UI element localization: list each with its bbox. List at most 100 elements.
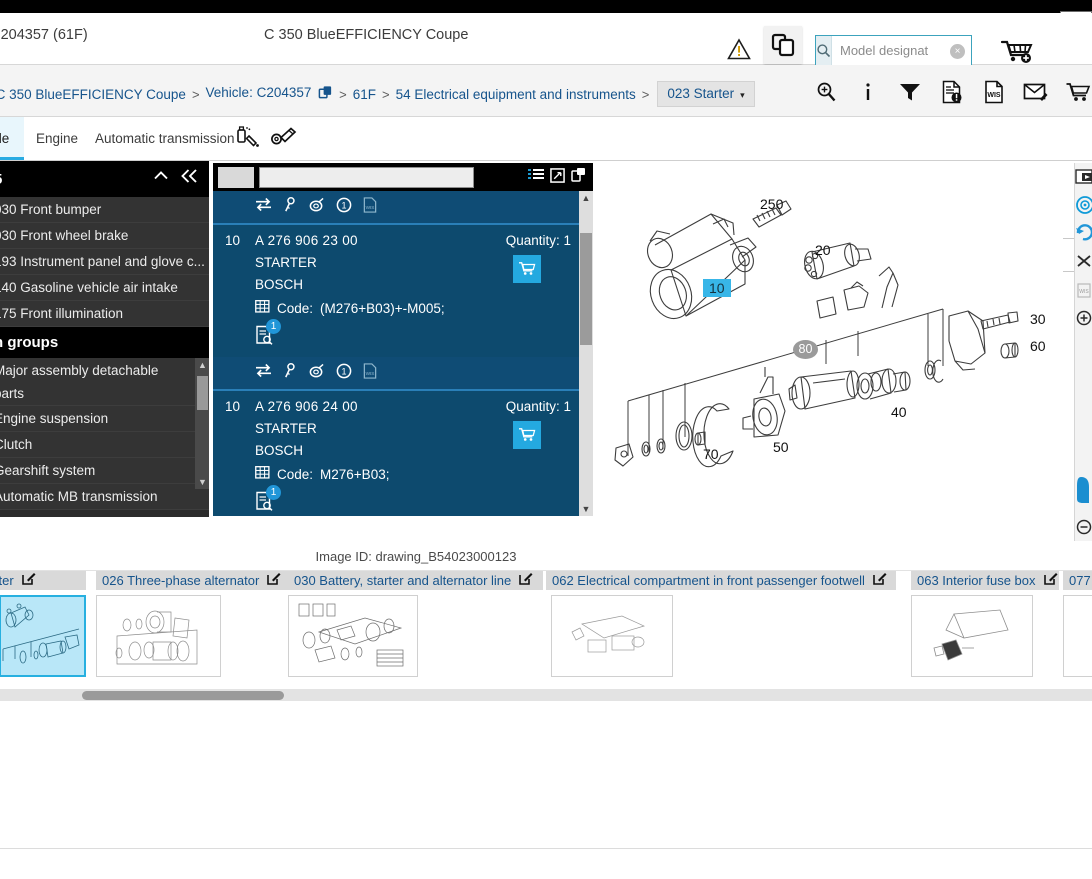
callout-20[interactable]: 20 [815, 242, 831, 258]
breadcrumb-item-vehicle[interactable]: Vehicle: C204357 [200, 85, 340, 103]
table-grid-icon[interactable] [255, 299, 270, 317]
parts-scrollbar[interactable]: ▲ ▼ [579, 191, 593, 516]
target-icon[interactable] [308, 197, 325, 218]
mail-edit-icon[interactable] [1022, 78, 1050, 106]
tab-automatic-transmission[interactable]: Automatic transmission [83, 117, 247, 160]
callout-50[interactable]: 50 [773, 439, 789, 455]
edit-square-icon[interactable] [22, 571, 36, 590]
callout-30[interactable]: 30 [1030, 311, 1046, 327]
paint-spray-icon[interactable] [236, 125, 264, 156]
zoom-minus-icon[interactable] [1075, 517, 1092, 539]
add-part-to-cart-button[interactable] [513, 421, 541, 449]
thumbnail-interior-fuse-box[interactable] [911, 595, 1033, 677]
sidebar-item-engine-suspension[interactable]: Engine suspension [0, 406, 209, 432]
hide-cross-icon[interactable] [1075, 251, 1092, 273]
double-chevron-left-icon[interactable] [179, 166, 201, 191]
breadcrumb-group-dropdown[interactable]: 023 Starter▾ [657, 81, 754, 107]
add-part-to-cart-button[interactable] [513, 255, 541, 283]
breadcrumb-item-61f[interactable]: 61F [347, 87, 382, 102]
parts-scroll-thumb[interactable] [580, 233, 592, 345]
scroll-up-arrow-icon[interactable]: ▲ [580, 193, 592, 203]
scroll-down-arrow-icon[interactable]: ▼ [580, 504, 592, 514]
filter-icon[interactable] [896, 78, 924, 106]
expand-window-icon[interactable] [1075, 167, 1092, 189]
breadcrumb-item-model[interactable]: C 350 BlueEFFICIENCY Coupe [0, 87, 192, 102]
callout-40[interactable]: 40 [891, 404, 907, 420]
thumbnail-label-electrical-compartment[interactable]: 062 Electrical compartment in front pass… [546, 571, 896, 590]
numbered-circle-icon[interactable]: 1 [336, 197, 352, 218]
edit-square-icon[interactable] [873, 571, 887, 590]
swap-icon[interactable] [255, 197, 272, 217]
swap-icon[interactable] [255, 363, 272, 383]
sidebar-item-front-illumination[interactable]: 175 Front illumination [0, 301, 209, 327]
thumbnail-label-battery-line[interactable]: 030 Battery, starter and alternator line [288, 571, 543, 590]
sidebar-item-clutch[interactable]: Clutch [0, 432, 209, 458]
sidebar-item-air-intake[interactable]: 140 Gasoline vehicle air intake [0, 275, 209, 301]
callout-70[interactable]: 70 [703, 446, 719, 462]
sidebar-item-instrument-panel[interactable]: 193 Instrument panel and glove c... [0, 249, 209, 275]
callout-80[interactable]: 80 [793, 340, 818, 359]
parts-search-field[interactable] [259, 167, 474, 188]
sidebar-item-front-wheel-brake[interactable]: 030 Front wheel brake [0, 223, 209, 249]
sidebar-item-major-assembly[interactable]: Major assembly detachable parts [0, 358, 209, 406]
part-drawing-viewer[interactable]: 250 10 20 80 30 60 40 50 70 [593, 161, 1063, 541]
key-icon[interactable] [283, 363, 297, 384]
callout-250[interactable]: 250 [760, 196, 783, 212]
cart-icon[interactable] [1064, 78, 1092, 106]
edit-square-icon[interactable] [519, 571, 533, 590]
thumbnail-scroll-thumb[interactable] [82, 691, 284, 700]
key-icon[interactable] [283, 197, 297, 218]
table-row[interactable]: 10 A 276 906 24 00 STARTER BOSCH [213, 391, 593, 516]
thumbnail-label-interior-fuse-box[interactable]: 063 Interior fuse box [911, 571, 1059, 590]
sidebar-scroll-thumb[interactable] [197, 376, 208, 410]
edit-square-icon[interactable] [267, 571, 281, 590]
wis-small-icon[interactable]: WIS [1075, 281, 1092, 303]
thumbnail-battery-starter-line[interactable] [288, 595, 418, 677]
wis-document-icon[interactable]: WIS [980, 78, 1008, 106]
thumbnail-label-starter[interactable]: arter [0, 571, 86, 590]
numbered-circle-icon[interactable]: 1 [336, 363, 352, 384]
thumbnail-starter[interactable] [0, 595, 86, 677]
table-grid-icon[interactable] [255, 465, 270, 483]
document-alert-icon[interactable] [938, 78, 966, 106]
thumbnail-077[interactable] [1063, 595, 1092, 677]
target-circle-icon[interactable] [1075, 195, 1092, 217]
part-document-badge[interactable]: 1 [255, 491, 279, 513]
thumbnail-horizontal-scrollbar[interactable] [0, 689, 1092, 701]
zoom-in-icon[interactable] [812, 78, 840, 106]
add-to-cart-button[interactable] [999, 38, 1035, 64]
pointer-icon[interactable] [1075, 475, 1092, 505]
sidebar-scrollbar[interactable]: ▲ ▼ [195, 358, 209, 489]
undo-rotate-icon[interactable] [1075, 223, 1092, 245]
table-row[interactable]: 10 A 276 906 23 00 STARTER BOSCH [213, 225, 593, 357]
scroll-down-arrow-icon[interactable]: ▼ [197, 477, 208, 487]
expand-icon[interactable] [550, 168, 565, 188]
list-view-icon[interactable] [528, 168, 544, 187]
callout-10[interactable]: 10 [703, 279, 731, 297]
clear-search-icon[interactable]: × [950, 44, 965, 59]
chevron-up-icon[interactable] [151, 166, 171, 191]
sidebar-item-front-bumper[interactable]: 030 Front bumper [0, 197, 209, 223]
copy-documents-button[interactable] [764, 26, 802, 64]
model-designation-input[interactable] [832, 36, 1018, 65]
warning-triangle-icon[interactable] [727, 38, 751, 60]
copy-icon[interactable] [318, 85, 333, 103]
thumbnail-label-077[interactable]: 077 [1063, 571, 1092, 590]
scroll-up-arrow-icon[interactable]: ▲ [197, 360, 208, 370]
sidebar-item-automatic-mb-transmission[interactable]: Automatic MB transmission [0, 484, 209, 510]
edit-square-icon[interactable] [1044, 571, 1058, 590]
wis-icon[interactable]: WIS [363, 363, 377, 384]
info-icon[interactable] [854, 78, 882, 106]
tab-vehicle[interactable]: cle [0, 117, 24, 160]
callout-60[interactable]: 60 [1030, 338, 1046, 354]
wis-icon[interactable]: WIS [363, 197, 377, 218]
thumbnail-three-phase-alternator[interactable] [96, 595, 221, 677]
sidebar-item-gearshift-system[interactable]: Gearshift system [0, 458, 209, 484]
thumbnail-label-alternator[interactable]: 026 Three-phase alternator [96, 571, 291, 590]
copy-icon[interactable] [571, 167, 587, 188]
zoom-plus-icon[interactable] [1075, 308, 1092, 330]
parts-filter-box[interactable] [218, 167, 254, 188]
tab-engine[interactable]: Engine [24, 117, 90, 160]
target-icon[interactable] [308, 363, 325, 384]
breadcrumb-item-group[interactable]: 54 Electrical equipment and instruments [390, 87, 642, 102]
